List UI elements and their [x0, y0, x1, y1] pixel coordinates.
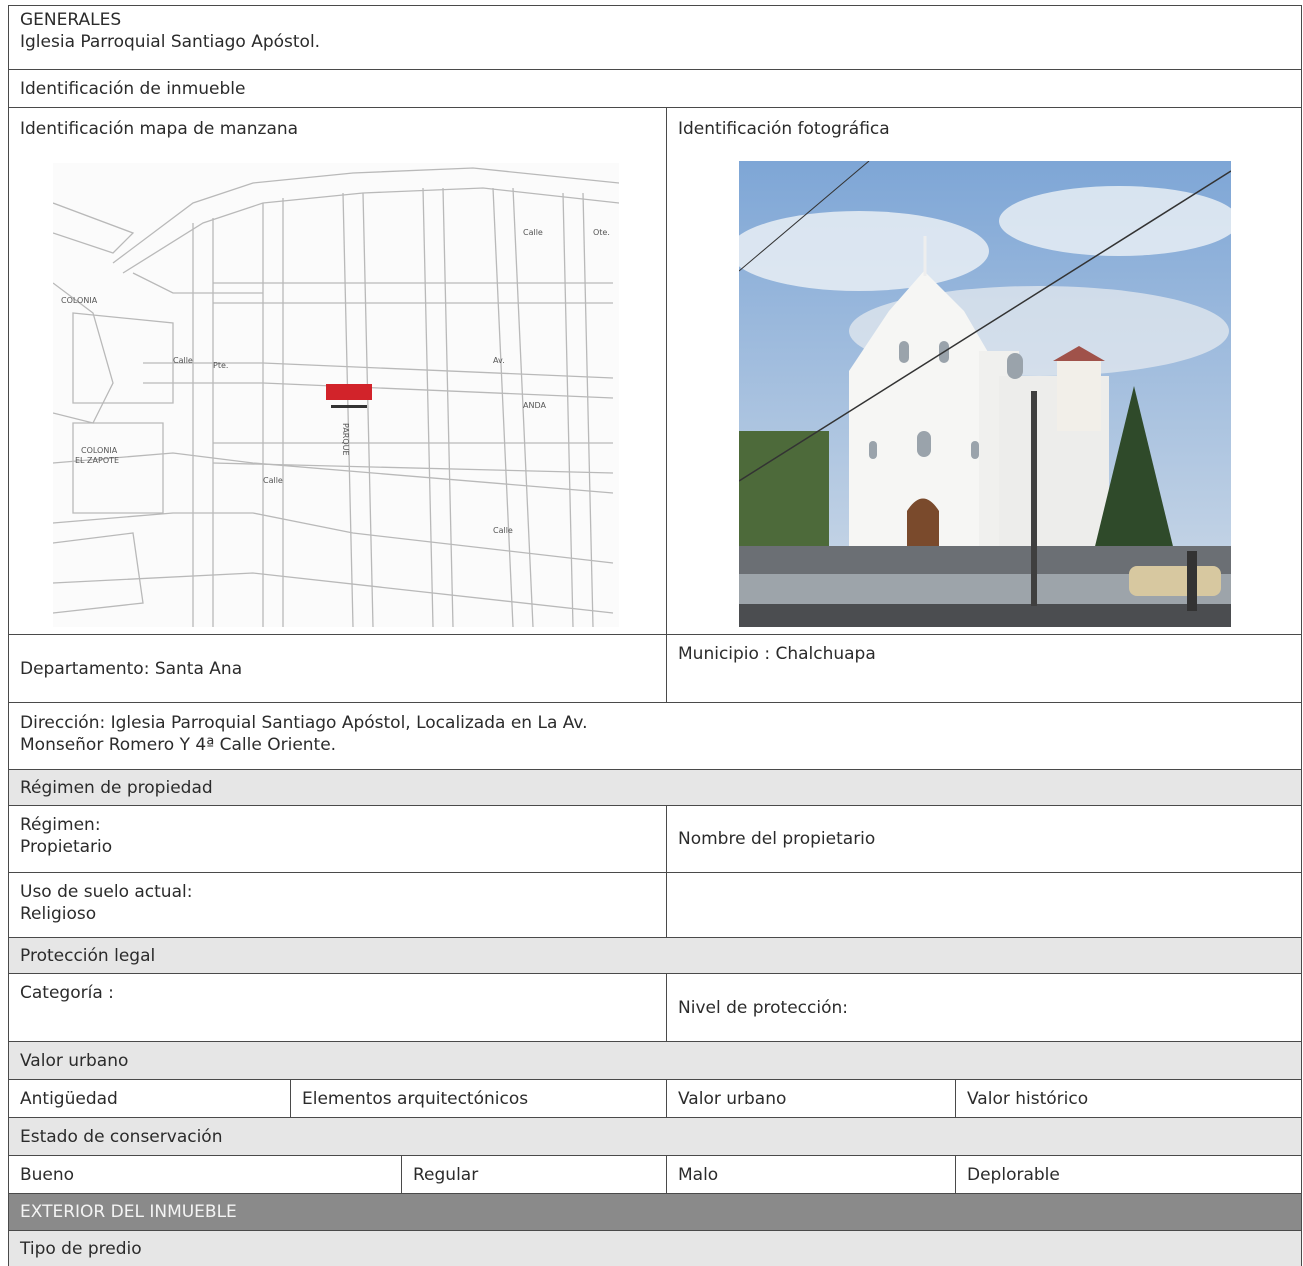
regular-text: Regular	[413, 1164, 479, 1185]
map-text-parque: PARQUE	[341, 423, 350, 456]
exterior-heading-text: EXTERIOR DEL INMUEBLE	[20, 1202, 237, 1222]
tipo-predio-cell: Tipo de predio	[9, 1231, 1301, 1266]
elementos-cell: Elementos arquitectónicos	[290, 1080, 666, 1117]
direccion-cell: Dirección: Iglesia Parroquial Santiago A…	[20, 713, 588, 755]
regimen-cell: Régimen: Propietario	[20, 815, 113, 857]
map-text-el-zapote: EL ZAPOTE	[75, 456, 119, 465]
map-photo-row: Identificación mapa de manzana Identific…	[8, 107, 1302, 634]
regimen-row: Régimen: Propietario Nombre del propieta…	[8, 805, 1302, 872]
generales-cell: GENERALES Iglesia Parroquial Santiago Ap…	[9, 6, 1301, 69]
proteccion-heading-text: Protección legal	[20, 945, 156, 966]
valor-urbano-heading-row: Valor urbano	[8, 1041, 1302, 1079]
regular-cell: Regular	[401, 1156, 666, 1193]
marker-underline	[331, 405, 367, 408]
propietario-text: Nombre del propietario	[678, 829, 876, 849]
conservacion-heading-row: Estado de conservación	[8, 1117, 1302, 1155]
building-title: Iglesia Parroquial Santiago Apóstol.	[20, 32, 321, 52]
valor-urbano-cell: Valor urbano	[666, 1080, 955, 1117]
map-text-calle-3: Calle	[263, 476, 283, 485]
departamento-text: Departamento: Santa Ana	[20, 658, 243, 679]
proteccion-heading-row: Protección legal	[8, 937, 1302, 973]
categoria-text: Categoría :	[20, 983, 114, 1003]
identificacion-heading: Identificación de inmueble	[9, 70, 1301, 107]
regimen-heading: Régimen de propiedad	[9, 770, 1301, 805]
antiguedad-cell: Antigüedad	[9, 1080, 290, 1117]
church-photo	[739, 161, 1231, 627]
church-photo-graphic	[739, 161, 1231, 627]
malo-cell: Malo	[666, 1156, 955, 1193]
deplorable-text: Deplorable	[967, 1164, 1060, 1185]
uso-suelo-empty-cell	[666, 873, 1301, 937]
map-text-ote: Ote.	[593, 228, 610, 237]
tipo-predio-text: Tipo de predio	[20, 1238, 142, 1259]
map-text-calle-1: Calle	[173, 356, 193, 365]
conservacion-row: Bueno Regular Malo Deplorable	[8, 1155, 1302, 1193]
church-location-marker	[326, 384, 372, 400]
uso-suelo-cell: Uso de suelo actual: Religioso	[20, 882, 193, 924]
valor-urbano-heading-text: Valor urbano	[20, 1050, 129, 1071]
municipio-cell: Municipio : Chalchuapa	[666, 635, 1301, 702]
conservacion-heading: Estado de conservación	[9, 1118, 1301, 1155]
map-label: Identificación mapa de manzana	[20, 119, 299, 139]
valor-historico-text: Valor histórico	[967, 1088, 1089, 1109]
deplorable-cell: Deplorable	[955, 1156, 1301, 1193]
regimen-heading-row: Régimen de propiedad	[8, 769, 1302, 805]
section-label: GENERALES	[20, 10, 122, 30]
valor-urbano-heading: Valor urbano	[9, 1042, 1301, 1079]
map-text-calle-4: Calle	[493, 526, 513, 535]
elementos-text: Elementos arquitectónicos	[302, 1088, 529, 1109]
map-text-colonia-zapote: COLONIA	[81, 446, 118, 455]
valor-urbano-text: Valor urbano	[678, 1088, 787, 1109]
exterior-heading-row: EXTERIOR DEL INMUEBLE	[8, 1193, 1302, 1230]
bueno-text: Bueno	[20, 1164, 75, 1185]
nivel-text: Nivel de protección:	[678, 997, 848, 1018]
antiguedad-text: Antigüedad	[20, 1088, 118, 1109]
photo-label: Identificación fotográfica	[678, 119, 890, 139]
categoria-row: Categoría : Nivel de protección:	[8, 973, 1302, 1041]
map-text-calle-2: Calle	[523, 228, 543, 237]
generales-row: GENERALES Iglesia Parroquial Santiago Ap…	[8, 5, 1302, 69]
map-text-anda: ANDA	[523, 401, 546, 410]
identificacion-heading-row: Identificación de inmueble	[8, 69, 1302, 107]
conservacion-heading-text: Estado de conservación	[20, 1126, 223, 1147]
nivel-cell: Nivel de protección:	[666, 974, 1301, 1041]
municipio-text: Municipio : Chalchuapa	[678, 644, 876, 664]
proteccion-heading: Protección legal	[9, 938, 1301, 973]
bueno-cell: Bueno	[9, 1156, 401, 1193]
map-text-av: Av.	[493, 356, 505, 365]
identificacion-heading-text: Identificación de inmueble	[20, 78, 246, 99]
block-map-image: COLONIA EL ZAPOTE COLONIA ANDA PARQUE Ca…	[53, 163, 619, 627]
regimen-heading-text: Régimen de propiedad	[20, 777, 213, 798]
valor-urbano-row: Antigüedad Elementos arquitectónicos Val…	[8, 1079, 1302, 1117]
map-text-colonia: COLONIA	[61, 296, 98, 305]
tipo-predio-row: Tipo de predio	[8, 1230, 1302, 1266]
propietario-cell: Nombre del propietario	[666, 806, 1301, 872]
departamento-row: Departamento: Santa Ana Municipio : Chal…	[8, 634, 1302, 702]
uso-suelo-row: Uso de suelo actual: Religioso	[8, 872, 1302, 937]
map-text-pte: Pte.	[213, 361, 228, 370]
categoria-cell: Categoría :	[9, 974, 666, 1041]
valor-historico-cell: Valor histórico	[955, 1080, 1301, 1117]
direccion-row: Dirección: Iglesia Parroquial Santiago A…	[8, 702, 1302, 769]
exterior-heading: EXTERIOR DEL INMUEBLE	[9, 1194, 1301, 1230]
street-map-graphic: COLONIA EL ZAPOTE COLONIA ANDA PARQUE Ca…	[53, 163, 619, 627]
malo-text: Malo	[678, 1164, 719, 1185]
departamento-cell: Departamento: Santa Ana	[9, 635, 666, 702]
